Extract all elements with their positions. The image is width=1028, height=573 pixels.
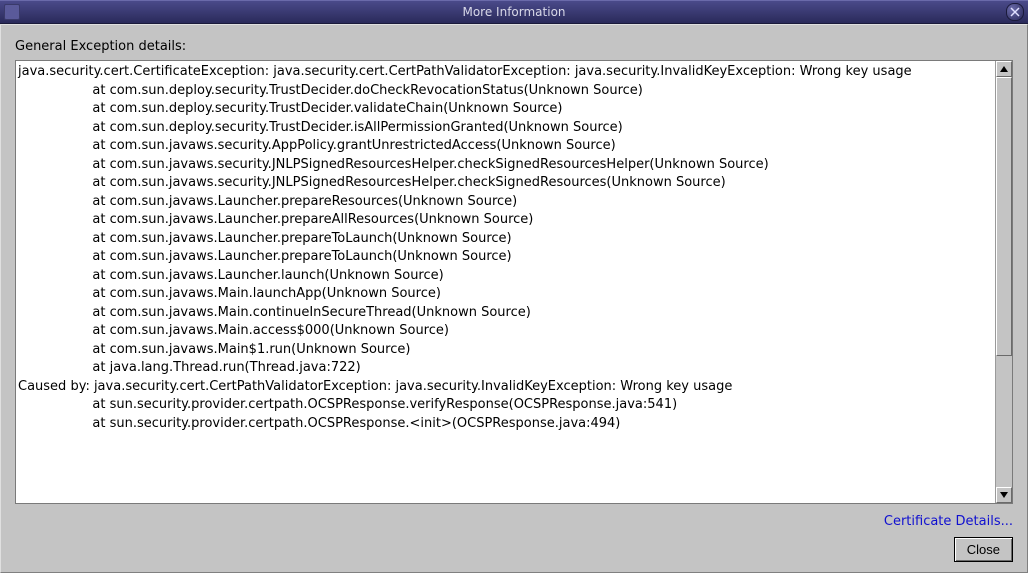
exception-scrollpane: java.security.cert.CertificateException:…	[15, 60, 1013, 504]
scroll-track[interactable]	[996, 77, 1012, 487]
close-button[interactable]: Close	[954, 537, 1013, 562]
scroll-thumb[interactable]	[996, 77, 1012, 356]
button-row: Close	[15, 537, 1013, 562]
footer-row: Certificate Details...	[15, 514, 1013, 529]
window-close-button[interactable]	[1006, 3, 1024, 21]
scroll-down-button[interactable]	[996, 487, 1012, 503]
window-title: More Information	[0, 5, 1028, 19]
certificate-details-link[interactable]: Certificate Details...	[884, 514, 1013, 529]
triangle-down-icon	[1000, 492, 1008, 498]
scroll-up-button[interactable]	[996, 61, 1012, 77]
window-icon	[4, 4, 20, 20]
triangle-up-icon	[1000, 66, 1008, 72]
content-panel: General Exception details: java.security…	[0, 24, 1028, 573]
exception-text-area[interactable]: java.security.cert.CertificateException:…	[16, 61, 995, 503]
section-label: General Exception details:	[15, 39, 1013, 54]
close-icon	[1010, 7, 1020, 17]
titlebar: More Information	[0, 0, 1028, 24]
more-information-window: More Information General Exception detai…	[0, 0, 1028, 573]
vertical-scrollbar[interactable]	[995, 61, 1012, 503]
